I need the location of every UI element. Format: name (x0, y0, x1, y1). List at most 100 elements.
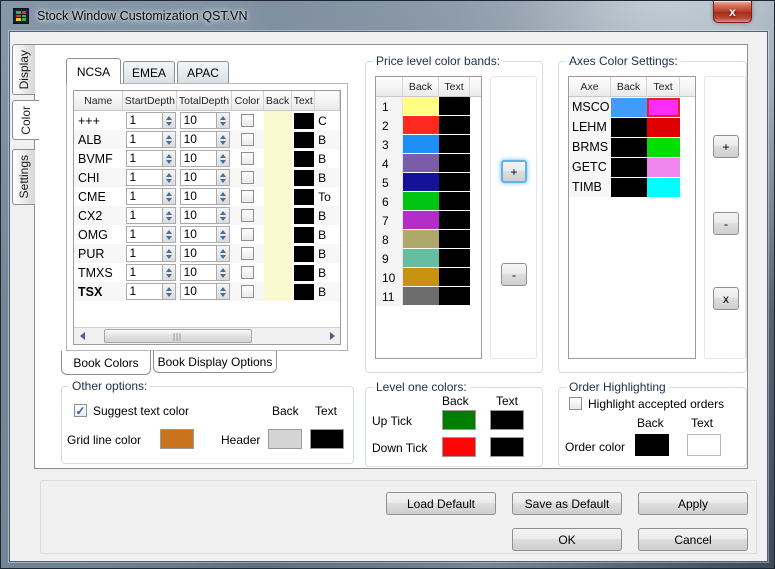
remove-axe-button[interactable]: - (713, 212, 739, 235)
color-checkbox[interactable] (241, 152, 255, 165)
spinner-arrows-icon[interactable] (215, 284, 229, 299)
band-back-swatch[interactable] (403, 192, 439, 210)
spinner-arrows-icon[interactable] (161, 265, 175, 280)
spinner-arrows-icon[interactable] (215, 265, 229, 280)
remove-band-button[interactable]: - (501, 263, 527, 286)
band-back-swatch[interactable] (403, 287, 439, 305)
down-tick-text-swatch[interactable] (490, 437, 524, 457)
spinner-arrows-icon[interactable] (215, 113, 229, 128)
color-checkbox[interactable] (241, 133, 255, 146)
total-depth-spinner[interactable]: 10 (179, 150, 230, 167)
save-as-default-button[interactable]: Save as Default (512, 492, 622, 515)
band-text-swatch[interactable] (439, 287, 470, 305)
back-color-swatch[interactable] (263, 282, 293, 301)
tab-ncsa[interactable]: NCSA (66, 58, 121, 84)
start-depth-spinner[interactable]: 1 (125, 264, 176, 281)
band-back-swatch[interactable] (403, 97, 439, 115)
spinner-arrows-icon[interactable] (161, 151, 175, 166)
axe-text-swatch[interactable] (647, 117, 680, 137)
text-color-swatch[interactable] (293, 207, 314, 224)
total-depth-spinner[interactable]: 10 (179, 169, 230, 186)
text-color-swatch[interactable] (293, 131, 314, 148)
cancel-button[interactable]: Cancel (638, 528, 748, 551)
scroll-right-icon[interactable] (324, 328, 340, 344)
spinner-arrows-icon[interactable] (161, 132, 175, 147)
total-depth-spinner[interactable]: 10 (179, 264, 230, 281)
back-color-swatch[interactable] (263, 263, 293, 282)
spinner-arrows-icon[interactable] (161, 227, 175, 242)
back-color-swatch[interactable] (263, 225, 293, 244)
band-text-swatch[interactable] (439, 192, 470, 210)
tab-color[interactable]: Color (12, 100, 39, 140)
grid-line-color-swatch[interactable] (160, 429, 194, 449)
text-color-swatch[interactable] (293, 264, 314, 281)
axe-back-swatch[interactable] (611, 157, 647, 177)
total-depth-spinner[interactable]: 10 (179, 207, 230, 224)
spinner-arrows-icon[interactable] (161, 113, 175, 128)
band-back-swatch[interactable] (403, 154, 439, 172)
close-button[interactable]: x (713, 1, 752, 23)
axe-back-swatch[interactable] (611, 97, 647, 117)
band-back-swatch[interactable] (403, 173, 439, 191)
band-text-swatch[interactable] (439, 173, 470, 191)
band-back-swatch[interactable] (403, 116, 439, 134)
order-text-swatch[interactable] (687, 434, 721, 456)
suggest-text-color-checkbox[interactable] (74, 404, 87, 417)
start-depth-spinner[interactable]: 1 (125, 169, 176, 186)
tab-book-colors[interactable]: Book Colors (61, 351, 151, 375)
back-color-swatch[interactable] (263, 149, 293, 168)
back-color-swatch[interactable] (263, 244, 293, 263)
horizontal-scrollbar[interactable] (74, 327, 340, 344)
up-tick-back-swatch[interactable] (442, 410, 476, 430)
spinner-arrows-icon[interactable] (215, 227, 229, 242)
band-text-swatch[interactable] (439, 135, 470, 153)
band-text-swatch[interactable] (439, 116, 470, 134)
text-color-swatch[interactable] (293, 188, 314, 205)
down-tick-back-swatch[interactable] (442, 437, 476, 457)
order-back-swatch[interactable] (635, 434, 669, 456)
band-back-swatch[interactable] (403, 211, 439, 229)
axe-text-swatch[interactable] (647, 137, 680, 157)
axe-back-swatch[interactable] (611, 137, 647, 157)
band-text-swatch[interactable] (439, 230, 470, 248)
band-text-swatch[interactable] (439, 97, 470, 115)
color-checkbox[interactable] (241, 114, 255, 127)
highlight-accepted-orders-checkbox[interactable] (569, 397, 582, 410)
spinner-arrows-icon[interactable] (161, 170, 175, 185)
band-text-swatch[interactable] (439, 211, 470, 229)
text-color-swatch[interactable] (293, 245, 314, 262)
color-checkbox[interactable] (241, 247, 255, 260)
spinner-arrows-icon[interactable] (215, 246, 229, 261)
axe-back-swatch[interactable] (611, 177, 647, 197)
tab-apac[interactable]: APAC (177, 61, 229, 84)
tab-emea[interactable]: EMEA (123, 61, 175, 84)
text-color-swatch[interactable] (293, 150, 314, 167)
header-text-swatch[interactable] (310, 429, 344, 449)
start-depth-spinner[interactable]: 1 (125, 283, 176, 300)
start-depth-spinner[interactable]: 1 (125, 131, 176, 148)
total-depth-spinner[interactable]: 10 (179, 112, 230, 129)
band-text-swatch[interactable] (439, 154, 470, 172)
back-color-swatch[interactable] (263, 187, 293, 206)
spinner-arrows-icon[interactable] (215, 151, 229, 166)
text-color-swatch[interactable] (293, 112, 314, 129)
band-back-swatch[interactable] (403, 249, 439, 267)
spinner-arrows-icon[interactable] (215, 132, 229, 147)
text-color-swatch[interactable] (293, 283, 314, 300)
back-color-swatch[interactable] (263, 111, 293, 130)
band-text-swatch[interactable] (439, 249, 470, 267)
band-text-swatch[interactable] (439, 268, 470, 286)
scroll-left-icon[interactable] (74, 328, 90, 344)
add-band-button[interactable]: + (501, 160, 527, 183)
back-color-swatch[interactable] (263, 206, 293, 225)
axe-back-swatch[interactable] (611, 117, 647, 137)
color-checkbox[interactable] (241, 209, 255, 222)
tab-settings[interactable]: Settings (12, 149, 35, 205)
color-checkbox[interactable] (241, 171, 255, 184)
text-color-swatch[interactable] (293, 226, 314, 243)
band-back-swatch[interactable] (403, 230, 439, 248)
color-checkbox[interactable] (241, 266, 255, 279)
total-depth-spinner[interactable]: 10 (179, 188, 230, 205)
spinner-arrows-icon[interactable] (161, 208, 175, 223)
header-back-swatch[interactable] (268, 429, 302, 449)
